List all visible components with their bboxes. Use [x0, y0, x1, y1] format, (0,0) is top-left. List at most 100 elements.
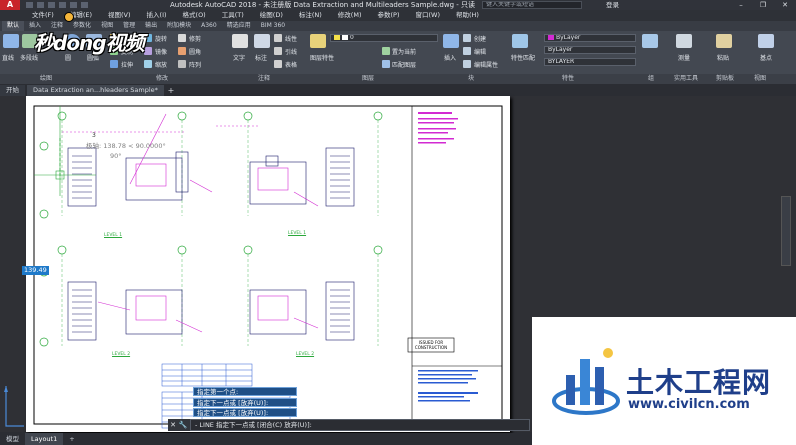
edit-block-label[interactable]: 编辑 — [474, 47, 486, 56]
tab-bim360[interactable]: BIM 360 — [256, 21, 290, 31]
tab-layout1[interactable]: Layout1 — [25, 433, 64, 445]
fillet-label[interactable]: 圆角 — [189, 47, 201, 56]
scale-icon[interactable] — [144, 60, 152, 68]
save-icon[interactable] — [48, 2, 55, 8]
match-layer-icon[interactable] — [382, 60, 390, 68]
array-label[interactable]: 阵列 — [189, 60, 201, 69]
text-tool-label[interactable]: 文字 — [233, 53, 245, 62]
linear-dim-label[interactable]: 线性 — [285, 34, 297, 43]
menu-modify[interactable]: 修改(M) — [330, 10, 370, 21]
color-combo[interactable]: ByLayer — [544, 34, 636, 42]
panel-label-clipboard[interactable]: 剪贴板 — [716, 74, 734, 84]
open-file-icon[interactable] — [37, 2, 44, 8]
layer-properties-icon[interactable] — [310, 34, 326, 48]
minimize-button[interactable]: – — [730, 0, 752, 10]
tab-current-drawing[interactable]: Data Extraction an...hleaders Sample* — [27, 85, 164, 96]
add-layout-button[interactable]: + — [63, 433, 80, 445]
base-point-icon[interactable] — [758, 34, 774, 48]
linetype-combo[interactable]: ByLayer — [544, 46, 636, 54]
redo-icon[interactable] — [81, 2, 88, 8]
menu-tools[interactable]: 工具(T) — [214, 10, 252, 21]
trim-label[interactable]: 修剪 — [189, 34, 201, 43]
rotate-label[interactable]: 旋转 — [155, 34, 167, 43]
new-tab-button[interactable]: + — [166, 85, 176, 96]
menu-help[interactable]: 帮助(H) — [448, 10, 487, 21]
tab-a360[interactable]: A360 — [196, 21, 222, 31]
paste-icon[interactable] — [716, 34, 732, 48]
insert-block-label[interactable]: 插入 — [444, 53, 456, 62]
panel-label-group[interactable]: 组 — [648, 74, 654, 84]
leader-icon[interactable] — [274, 47, 282, 55]
measure-icon[interactable] — [676, 34, 692, 48]
table-icon[interactable] — [274, 60, 282, 68]
edit-attributes-icon[interactable] — [463, 60, 471, 68]
tab-default[interactable]: 默认 — [2, 21, 25, 31]
set-current-icon[interactable] — [382, 47, 390, 55]
leader-label[interactable]: 引线 — [285, 47, 297, 56]
match-layer-label[interactable]: 匹配图层 — [392, 60, 416, 69]
edit-block-icon[interactable] — [463, 47, 471, 55]
rotate-icon[interactable] — [144, 34, 152, 42]
scale-label[interactable]: 缩放 — [155, 60, 167, 69]
match-properties-icon[interactable] — [512, 34, 528, 48]
menu-file[interactable]: 文件(F) — [24, 10, 62, 21]
stretch-icon[interactable] — [110, 60, 118, 68]
dimension-tool-icon[interactable] — [254, 34, 270, 48]
tab-featured-apps[interactable]: 精选应用 — [222, 21, 256, 31]
panel-label-block[interactable]: 块 — [468, 74, 474, 84]
menu-dimension[interactable]: 标注(N) — [291, 10, 330, 21]
array-icon[interactable] — [178, 60, 186, 68]
set-current-label[interactable]: 置为当前 — [392, 47, 416, 56]
layer-properties-label[interactable]: 图层特性 — [310, 53, 334, 62]
stretch-label[interactable]: 拉伸 — [121, 60, 133, 69]
menu-view[interactable]: 视图(V) — [100, 10, 139, 21]
group-icon[interactable] — [642, 34, 658, 48]
dynamic-input-value[interactable]: 139.49 — [22, 266, 49, 275]
login-button[interactable]: 登录 — [606, 0, 619, 10]
match-properties-label[interactable]: 特性匹配 — [511, 53, 535, 62]
tab-model[interactable]: 模型 — [0, 433, 25, 445]
autocad-logo-icon[interactable]: A — [0, 0, 20, 10]
menu-format[interactable]: 格式(O) — [175, 10, 214, 21]
panel-label-properties[interactable]: 特性 — [562, 74, 574, 84]
close-command-icon[interactable]: ✕ — [168, 419, 178, 431]
edit-attributes-label[interactable]: 编辑属性 — [474, 60, 498, 69]
mirror-label[interactable]: 镜像 — [155, 47, 167, 56]
line-tool-label[interactable]: 直线 — [2, 53, 14, 62]
fillet-icon[interactable] — [178, 47, 186, 55]
mirror-icon[interactable] — [144, 47, 152, 55]
command-line-input[interactable]: - LINE 指定下一点或 [闭合(C) 放弃(U)]: — [190, 419, 530, 431]
panel-label-draw[interactable]: 绘图 — [40, 74, 52, 84]
panel-label-view[interactable]: 视图 — [754, 74, 766, 84]
menu-window[interactable]: 窗口(W) — [407, 10, 448, 21]
create-block-label[interactable]: 创建 — [474, 34, 486, 43]
create-block-icon[interactable] — [463, 34, 471, 42]
dimension-tool-label[interactable]: 标注 — [255, 53, 267, 62]
customize-command-icon[interactable]: 🔧 — [178, 419, 188, 431]
base-point-label[interactable]: 基点 — [760, 53, 772, 62]
trim-icon[interactable] — [178, 34, 186, 42]
table-label[interactable]: 表格 — [285, 60, 297, 69]
menu-insert[interactable]: 插入(I) — [139, 10, 175, 21]
tab-addins[interactable]: 附加模块 — [162, 21, 196, 31]
paste-label[interactable]: 粘贴 — [717, 53, 729, 62]
menu-draw[interactable]: 绘图(D) — [252, 10, 291, 21]
insert-block-icon[interactable] — [443, 34, 459, 48]
maximize-button[interactable]: ❐ — [752, 0, 774, 10]
measure-label[interactable]: 测量 — [678, 53, 690, 62]
linear-dim-icon[interactable] — [274, 34, 282, 42]
line-tool-icon[interactable] — [3, 34, 19, 48]
print-icon[interactable] — [59, 2, 66, 8]
panel-label-utilities[interactable]: 实用工具 — [674, 74, 698, 84]
lineweight-combo[interactable]: BYLAYER — [544, 58, 636, 66]
panel-label-layers[interactable]: 图层 — [362, 74, 374, 84]
search-input[interactable]: 键入关键字或短语 — [482, 1, 582, 9]
navigation-bar[interactable] — [781, 196, 791, 266]
new-file-icon[interactable] — [26, 2, 33, 8]
panel-label-annotation[interactable]: 注释 — [258, 74, 270, 84]
tab-start[interactable]: 开始 — [0, 85, 25, 96]
close-button[interactable]: ✕ — [774, 0, 796, 10]
menu-parametric[interactable]: 参数(P) — [369, 10, 407, 21]
layer-combo[interactable]: 0 — [330, 34, 438, 42]
undo-icon[interactable] — [70, 2, 77, 8]
